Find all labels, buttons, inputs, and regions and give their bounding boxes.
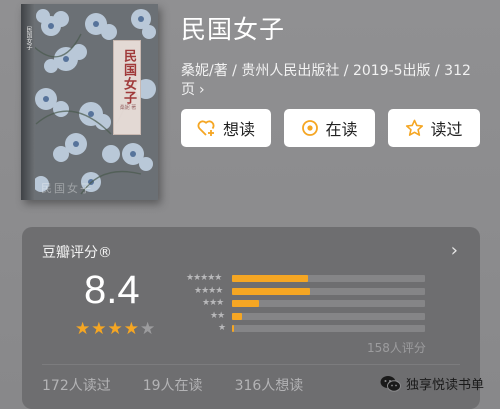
target-icon [301, 119, 319, 137]
distribution-stars-label: ★★ [210, 310, 225, 321]
rating-distribution-row: ★★★★ [174, 286, 434, 299]
chevron-right-icon[interactable]: › [451, 240, 458, 261]
cover-spine: 民国女子 [21, 4, 35, 200]
rating-distribution-row: ★★★★★ [174, 273, 434, 286]
cover-title: 民国女子 [121, 49, 136, 105]
rating-count: 158人评分 [367, 341, 426, 355]
book-cover[interactable]: 民国女子 民国女子 桑妮 著 民国女子 [21, 4, 158, 200]
distribution-bar-track [232, 300, 425, 307]
distribution-bar-track [232, 325, 425, 332]
reading-count[interactable]: 19人在读 [143, 375, 203, 395]
rating-distribution: ★★★★★ ★★★★ ★★★ ★★ ★ [174, 273, 434, 336]
distribution-bar-fill [232, 312, 242, 320]
reading-label: 在读 [325, 120, 358, 139]
watermark: 独享悦读书单 [380, 374, 484, 393]
star-filled-icon: ★ [123, 319, 139, 339]
have-read-label: 读过 [430, 120, 463, 139]
cover-spine-text: 民国女子 [25, 26, 32, 50]
cover-author: 桑妮 著 [119, 105, 137, 111]
distribution-stars-label: ★★★★ [194, 285, 223, 296]
distribution-stars-label: ★★★ [202, 298, 224, 308]
want-to-read-label: 想读 [222, 120, 255, 139]
have-read-button[interactable]: 读过 [388, 109, 480, 147]
distribution-bar-track [232, 287, 425, 295]
rating-distribution-row: ★★★ [174, 298, 434, 311]
star-outline-icon [405, 119, 424, 137]
chevron-right-icon: › [199, 82, 205, 98]
want-count[interactable]: 316人想读 [235, 375, 304, 395]
distribution-bar-track [232, 275, 425, 282]
divider [42, 364, 460, 365]
want-to-read-button[interactable]: 想读 [181, 109, 271, 147]
book-detail-page: 民国女子 民国女子 桑妮 著 民国女子 民国女子 桑妮/著 / 贵州人民出版社 … [0, 0, 500, 409]
book-meta-text: 桑妮/著 / 贵州人民出版社 / 2019-5出版 / 312页 [181, 63, 471, 98]
distribution-bar-fill [232, 300, 259, 307]
reading-button[interactable]: 在读 [284, 109, 375, 147]
distribution-stars-label: ★★★★★ [186, 273, 222, 283]
distribution-bar-fill [232, 287, 310, 295]
book-title: 民国女子 [181, 15, 286, 44]
star-empty-icon: ★ [140, 319, 156, 339]
watermark-text: 独享悦读书单 [406, 378, 485, 393]
star-filled-icon: ★ [75, 319, 91, 339]
book-meta-link[interactable]: 桑妮/著 / 贵州人民出版社 / 2019-5出版 / 312页 › [181, 62, 481, 100]
distribution-bar-fill [232, 325, 234, 332]
rating-title: 豆瓣评分® [42, 245, 112, 261]
distribution-bar-fill [232, 275, 308, 282]
cover-bottom-text: 民国女子 [41, 182, 93, 195]
rating-score: 8.4 [84, 268, 140, 312]
rating-distribution-row: ★ [174, 323, 434, 336]
heart-plus-icon [197, 119, 217, 137]
rating-stars: ★ ★ ★ ★ ★ [75, 321, 155, 338]
star-filled-icon: ★ [91, 319, 107, 339]
rating-distribution-row: ★★ [174, 311, 434, 324]
star-filled-icon: ★ [107, 319, 123, 339]
wechat-icon [380, 375, 401, 393]
reader-stats: 172人读过 19人在读 316人想读 [42, 375, 335, 395]
cover-title-panel: 民国女子 桑妮 著 [113, 40, 141, 135]
read-count[interactable]: 172人读过 [42, 375, 111, 395]
distribution-stars-label: ★ [218, 323, 226, 333]
distribution-bar-track [232, 312, 425, 320]
